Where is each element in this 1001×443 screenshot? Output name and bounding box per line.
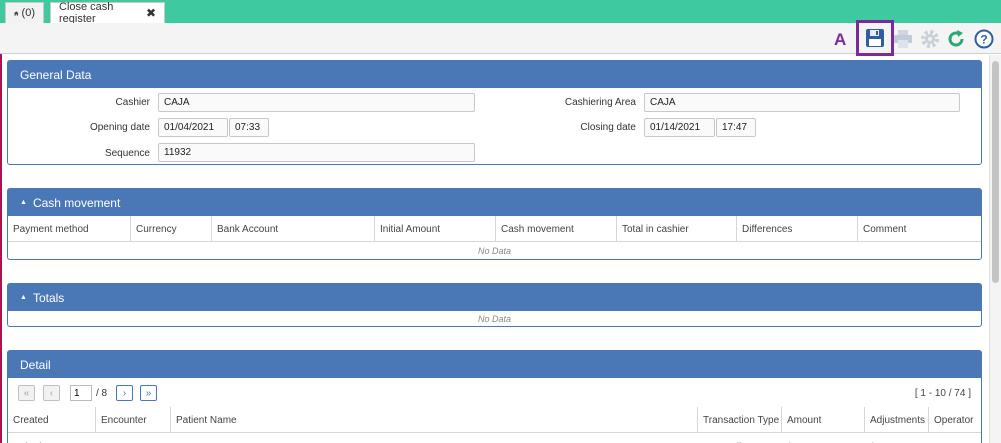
opening-date-field[interactable]: 01/04/2021 [158,118,228,137]
cash-movement-grid-header: Payment method Currency Bank Account Ini… [8,216,981,242]
general-data-panel: General Data Cashier CAJA Opening date 0… [7,60,982,165]
detail-grid-header: Created Encounter Patient Name Transacti… [8,407,981,433]
column-amount[interactable]: Amount [782,407,865,433]
annotation-marker: A [834,30,847,49]
help-icon: ? [974,29,994,49]
general-data-header: General Data [8,61,981,88]
settings-button[interactable] [919,28,941,50]
column-adjustments[interactable]: Adjustments [865,407,929,433]
opening-date-label: Opening date [89,122,150,133]
cashier-field[interactable]: CAJA [158,93,475,112]
refresh-button[interactable] [945,28,967,50]
page-count: / 8 [96,388,108,399]
totals-empty: No Data [477,314,512,324]
column-encounter[interactable]: Encounter [96,407,171,433]
detail-panel: Detail « ‹ / 8 › » [ 1 - 10 / 74 ] Creat… [7,350,982,443]
print-button[interactable] [892,28,914,50]
print-icon [894,30,912,48]
column-cash-movement[interactable]: Cash movement [496,216,617,242]
tab-home[interactable]: (0) [5,2,44,23]
vertical-scrollbar[interactable] [989,55,1001,443]
help-button[interactable]: ? [973,28,995,50]
svg-text:?: ? [980,33,987,47]
column-transaction-type[interactable]: Transaction Type [698,407,782,433]
detail-title: Detail [20,357,51,372]
sequence-field[interactable]: 11932 [158,143,475,162]
totals-title: Totals [32,290,65,305]
cashier-label: Cashier [115,97,150,108]
cash-movement-panel: ▲ Cash movement Payment method Currency … [7,188,982,260]
cash-movement-header[interactable]: ▲ Cash movement [8,189,981,216]
column-comment[interactable]: Comment [858,216,981,242]
closing-time-field[interactable]: 17:47 [716,118,756,137]
cashiering-area-field[interactable]: CAJA [644,93,960,112]
cell-adjustments: $0.00 [865,434,929,443]
column-total-in-cashier[interactable]: Total in cashier [617,216,737,242]
refresh-icon [948,30,964,47]
totals-panel: ▲ Totals No Data [7,283,982,327]
last-page-button[interactable]: » [140,385,157,401]
cell-created: 01/07/2021 15:27 [8,434,96,443]
toolbar [0,23,1001,54]
general-data-title: General Data [20,67,92,82]
column-created[interactable]: Created [8,407,96,433]
tab-close-cash-register[interactable]: Close cash register ✖ [50,1,165,25]
prev-page-button[interactable]: ‹ [43,385,60,401]
home-tab-count: (0) [21,7,35,19]
detail-header: Detail [8,351,981,378]
column-patient-name[interactable]: Patient Name [171,407,698,433]
cash-movement-empty: No Data [477,246,512,256]
pagination-bar: « ‹ / 8 › » [ 1 - 10 / 74 ] [8,378,981,407]
save-button[interactable] [856,20,894,56]
cell-encounter: C-ENC-290977 [96,434,171,443]
closing-date-field[interactable]: 01/14/2021 [644,118,715,137]
column-payment-method[interactable]: Payment method [8,216,131,242]
cashiering-area-label: Cashiering Area [564,97,636,108]
collapse-triangle-icon: ▲ [20,199,27,206]
first-page-button[interactable]: « [18,385,35,401]
main-content: General Data Cashier CAJA Opening date 0… [0,55,989,443]
record-range: [ 1 - 10 / 74 ] [914,388,971,399]
scrollbar-thumb[interactable] [992,61,999,283]
page-number-input[interactable] [70,385,92,401]
next-page-button[interactable]: › [116,385,133,401]
column-operator[interactable]: Operator [929,407,981,433]
totals-header[interactable]: ▲ Totals [8,284,981,311]
settings-icon [921,30,939,48]
column-bank-account[interactable]: Bank Account [212,216,375,242]
column-differences[interactable]: Differences [737,216,858,242]
cell-amount: $20,426.25 MXN [782,434,865,443]
close-tab-icon[interactable]: ✖ [146,6,156,20]
save-icon [866,29,884,47]
column-initial-amount[interactable]: Initial Amount [375,216,496,242]
cell-patient-name: MEJIA CASTILLO ALEJANDRA [171,434,698,443]
cell-operator: CAJA1234 [929,434,982,443]
table-row[interactable]: 01/07/2021 15:27 C-ENC-290977 MEJIA CAST… [8,434,982,443]
sequence-label: Sequence [104,148,150,159]
column-currency[interactable]: Currency [131,216,212,242]
tab-label: Close cash register [59,1,114,25]
cash-movement-title: Cash movement [32,195,121,210]
collapse-triangle-icon: ▲ [20,294,27,301]
home-icon [14,10,19,16]
closing-date-label: Closing date [580,122,636,133]
opening-time-field[interactable]: 07:33 [229,118,269,137]
cell-transaction-type: By Credit [698,434,782,443]
